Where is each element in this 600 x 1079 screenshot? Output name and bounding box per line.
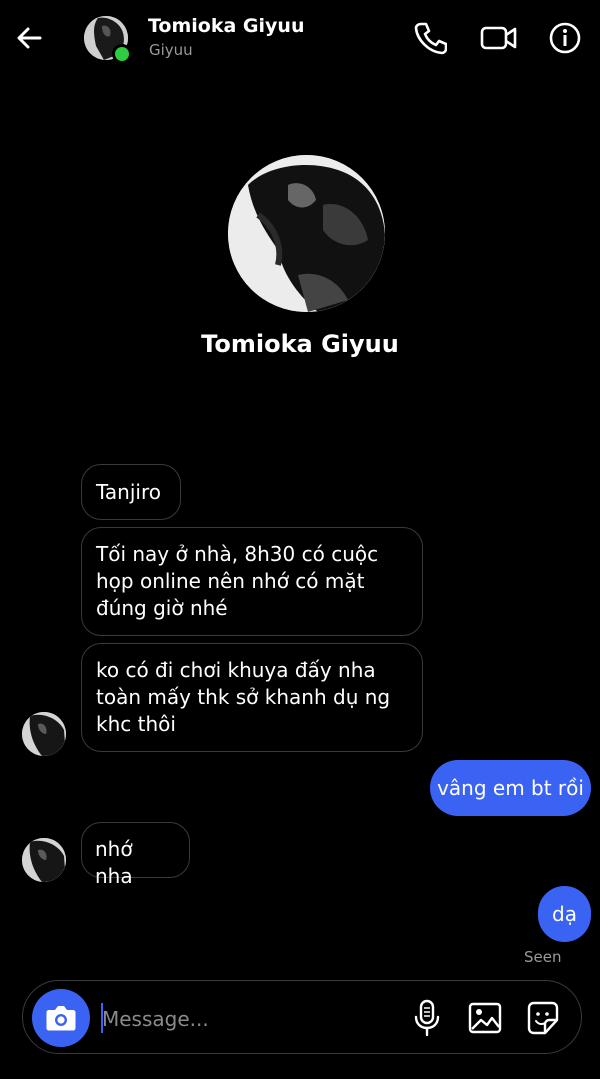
video-camera-icon[interactable] xyxy=(480,20,518,56)
chat-header-name[interactable]: Tomioka Giyuu xyxy=(148,15,304,37)
sticker-icon[interactable] xyxy=(524,998,562,1038)
message-bubble-incoming[interactable]: Tối nay ở nhà, 8h30 có cuộc họp online n… xyxy=(81,527,423,636)
online-status-dot xyxy=(112,44,132,64)
message-bubble-incoming[interactable]: nhớ nha xyxy=(81,822,190,888)
message-input[interactable] xyxy=(100,1000,404,1038)
message-bubble-incoming[interactable]: Tanjiro xyxy=(81,464,181,520)
message-text-line: toàn mấy thk sở khanh dụ ng xyxy=(96,685,391,709)
message-text-line: Tối nay ở nhà, 8h30 có cuộc xyxy=(96,542,379,566)
image-icon[interactable] xyxy=(466,998,504,1038)
info-icon[interactable] xyxy=(548,20,582,56)
message-text: Tanjiro xyxy=(96,480,161,504)
camera-icon xyxy=(46,1006,76,1031)
profile-avatar[interactable] xyxy=(228,155,385,312)
phone-icon[interactable] xyxy=(413,20,448,56)
message-text-line: khc thôi xyxy=(96,712,176,736)
message-text: dạ xyxy=(552,902,577,926)
message-bubble-outgoing[interactable]: vâng em bt rồi xyxy=(430,760,591,816)
seen-status: Seen xyxy=(524,948,562,966)
message-text-line: đúng giờ nhé xyxy=(96,596,228,620)
message-text-line: họp online nên nhớ có mặt xyxy=(96,569,365,593)
message-bubble-incoming[interactable]: ko có đi chơi khuya đấy nha toàn mấy thk… xyxy=(81,643,423,752)
camera-button[interactable] xyxy=(32,989,90,1047)
message-text: nhớ nha xyxy=(95,837,133,888)
message-bubble-outgoing[interactable]: dạ xyxy=(538,886,591,942)
microphone-icon[interactable] xyxy=(408,998,446,1038)
message-text-line: ko có đi chơi khuya đấy nha xyxy=(96,658,376,682)
sender-avatar[interactable] xyxy=(22,712,66,756)
back-arrow-icon[interactable] xyxy=(14,20,46,56)
chat-header-username: Giyuu xyxy=(149,41,193,59)
profile-name: Tomioka Giyuu xyxy=(201,330,399,358)
message-text: vâng em bt rồi xyxy=(437,776,584,800)
sender-avatar[interactable] xyxy=(22,838,66,882)
text-cursor xyxy=(101,1003,103,1033)
